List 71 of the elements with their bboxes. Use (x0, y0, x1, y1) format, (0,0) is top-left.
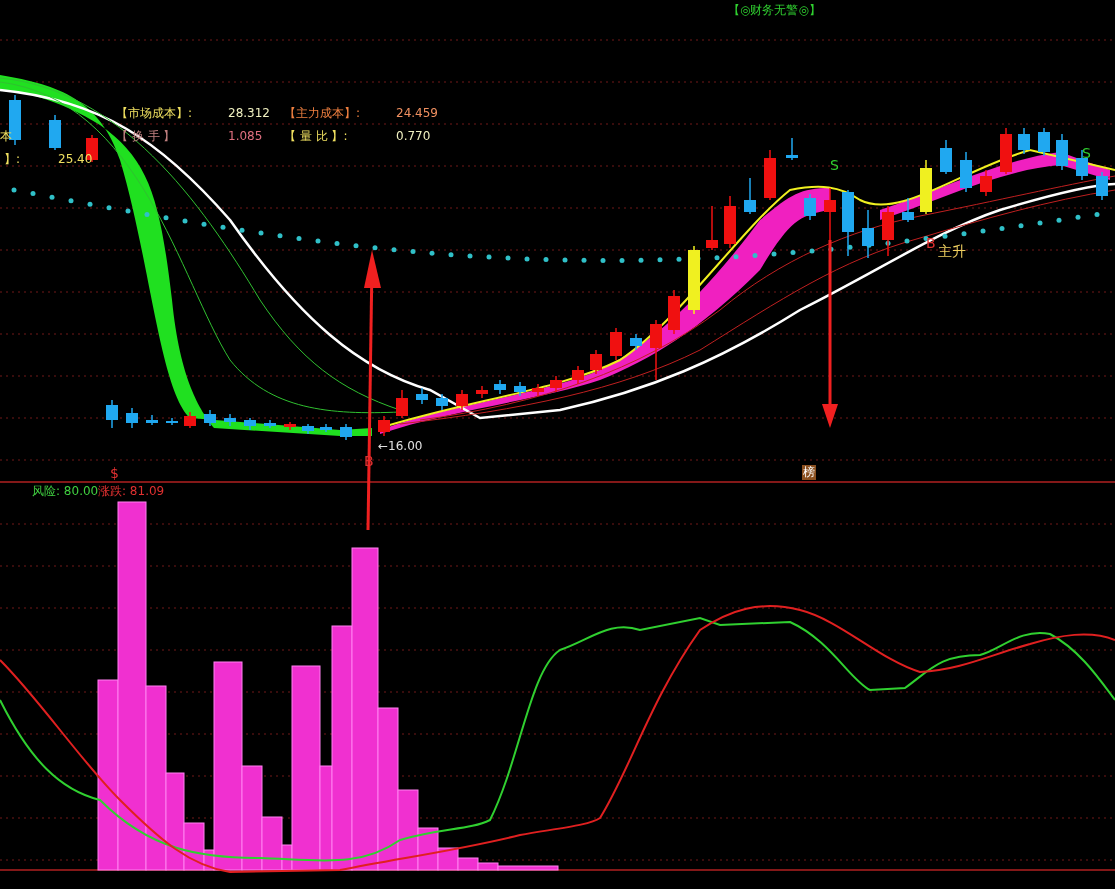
candlestick (416, 387, 428, 405)
candlestick (650, 319, 662, 381)
candlestick (284, 421, 296, 431)
rank-label: 榜 (802, 465, 816, 480)
candlestick (532, 383, 544, 397)
indicator-reading: 涨跌: 81.09 (98, 484, 165, 498)
signal-label: B (364, 453, 374, 469)
indicator-label: 【主力成本】: (284, 106, 361, 120)
candlestick (590, 349, 602, 375)
candlestick (456, 389, 468, 411)
candlestick (862, 209, 874, 259)
candlestick (842, 189, 854, 257)
candlestick (1000, 127, 1012, 175)
candlestick (940, 139, 952, 175)
candlestick (436, 393, 448, 411)
candlestick (668, 289, 680, 335)
candlestick (824, 187, 836, 241)
candlestick (804, 193, 816, 221)
candlestick (1038, 127, 1050, 157)
indicator-value: 1.085 (228, 129, 263, 143)
chart-title: 【◎财务无警◎】 (728, 3, 821, 17)
candlestick (166, 417, 178, 426)
indicator-value: 0.770 (396, 129, 431, 143)
candlestick (204, 409, 216, 427)
cut-label: 25.40 (58, 152, 93, 166)
candlestick (630, 333, 642, 351)
candlestick (1018, 127, 1030, 155)
indicator-value: 24.459 (396, 106, 438, 120)
indicator-label: 【市场成本】: (116, 106, 193, 120)
indicator-value: 28.312 (228, 106, 270, 120)
candlestick (688, 245, 700, 315)
candlestick (514, 381, 526, 397)
candlestick (610, 327, 622, 361)
candlestick (476, 385, 488, 399)
candlestick (920, 159, 932, 215)
signal-label: S (830, 157, 839, 173)
candlestick (184, 411, 196, 429)
candlestick (264, 419, 276, 429)
candlestick (106, 399, 118, 429)
low-price-label: ←16.00 (378, 439, 423, 453)
candlestick (126, 407, 138, 429)
candlestick (724, 195, 736, 249)
candlestick (49, 114, 61, 151)
signal-label: $ (110, 465, 119, 481)
signal-label: 主升 (938, 243, 966, 259)
candlestick (146, 414, 158, 426)
indicator-label: 【 量 比 】: (284, 129, 348, 143)
candlestick (1056, 133, 1068, 171)
candlestick (244, 417, 256, 431)
candlestick (320, 423, 332, 433)
candlestick (224, 413, 236, 427)
cut-label: 】: (4, 152, 21, 166)
indicator-reading: 风险: 80.00 (32, 484, 99, 498)
candlestick (706, 205, 718, 251)
candlestick (882, 205, 894, 257)
candlestick (550, 375, 562, 393)
candlestick (744, 177, 756, 215)
candlestick (572, 365, 584, 385)
candlestick (960, 151, 972, 193)
candlestick (396, 389, 408, 419)
candlestick (494, 379, 506, 395)
candlestick (786, 137, 798, 161)
candlestick (340, 423, 352, 441)
candlestick (1096, 171, 1108, 201)
candlestick (764, 149, 776, 201)
candlestick (902, 197, 914, 223)
candlestick (302, 423, 314, 435)
candlestick (980, 169, 992, 197)
candlestick (378, 415, 390, 437)
signal-label: S (1082, 145, 1091, 161)
candlestick (1076, 149, 1088, 181)
